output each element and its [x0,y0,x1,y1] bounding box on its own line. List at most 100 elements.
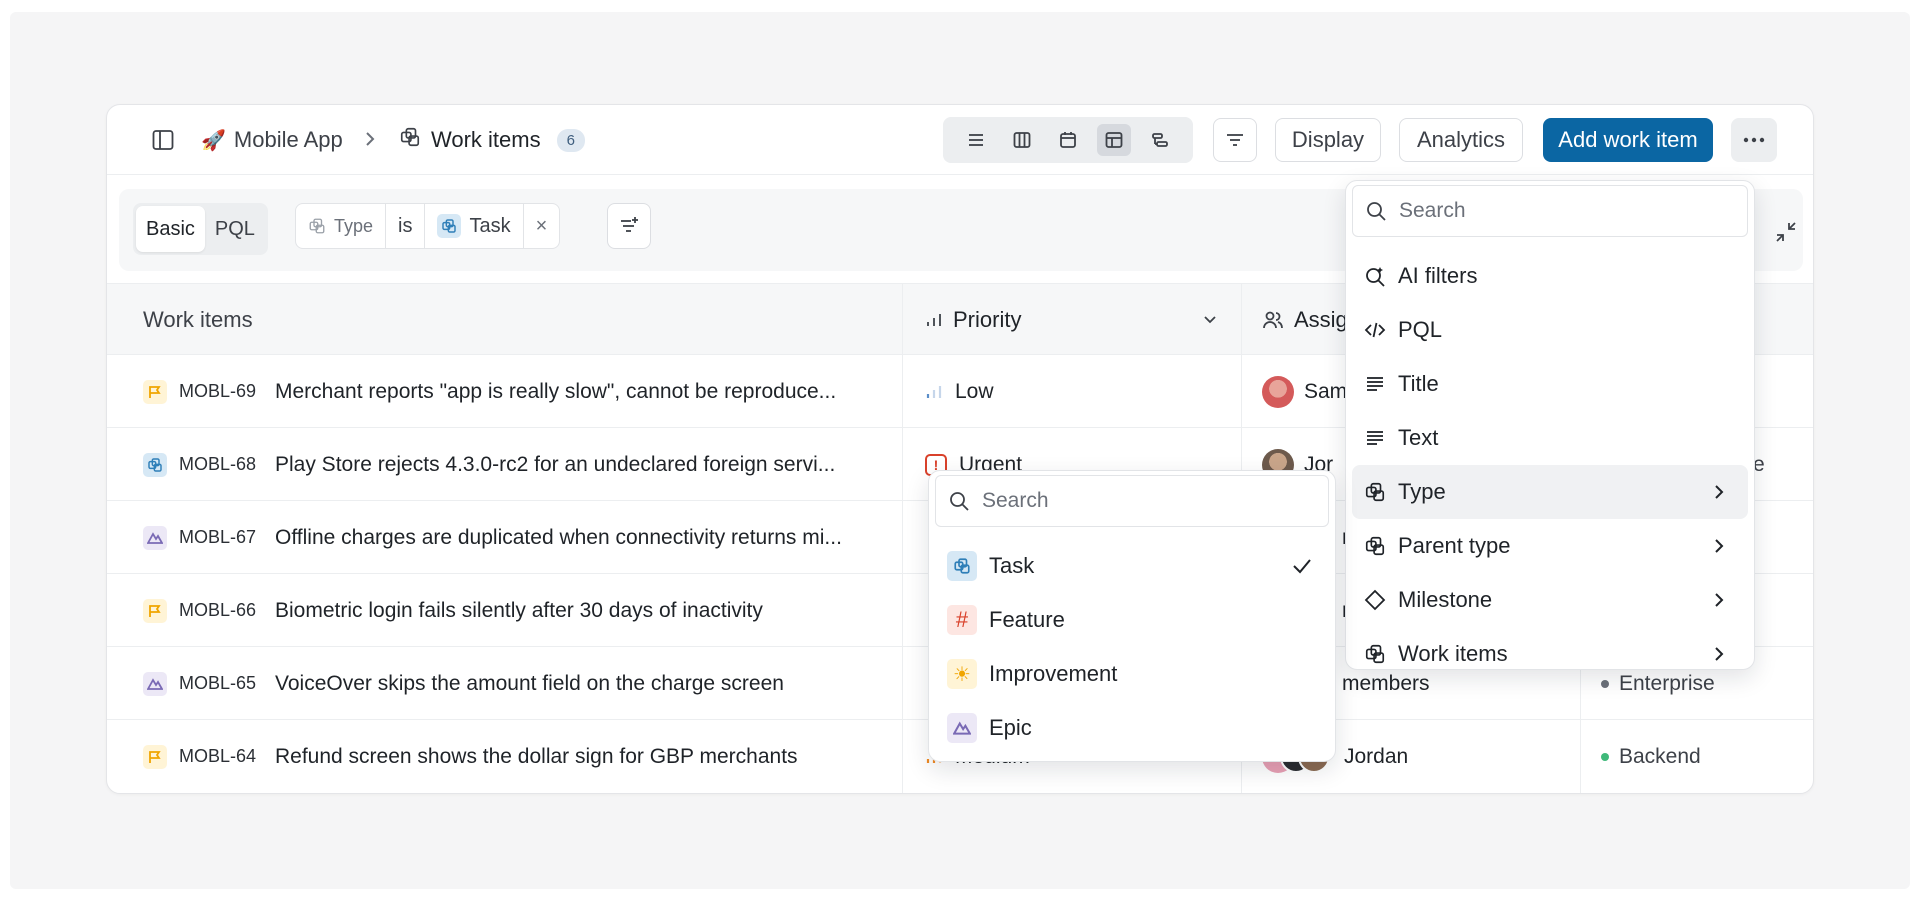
menu-item-label: PQL [1398,317,1443,342]
work-item-id: MOBL-69 [179,381,257,401]
work-item-id: MOBL-68 [179,454,257,474]
filter-chip-key[interactable]: Type [296,204,387,248]
label-cell[interactable]: Backend [1580,720,1813,793]
chevron-right-icon [1715,647,1724,661]
layout-switcher [943,117,1193,163]
breadcrumb-project[interactable]: 🚀 Mobile App [201,125,343,155]
work-item-cell[interactable]: MOBL-69 Merchant reports "app is really … [143,355,893,428]
page-title: Work items [431,127,541,152]
collapse-icon[interactable] [1775,221,1797,248]
rocket-icon: 🚀 [201,129,226,152]
flag-type-icon [143,379,167,404]
work-item-title: Offline charges are duplicated when conn… [275,525,842,549]
work-item-cell[interactable]: MOBL-68 Play Store rejects 4.3.0-rc2 for… [143,428,893,501]
menu-item-title[interactable]: Title [1352,357,1748,411]
filter-chip-remove[interactable]: × [524,204,560,248]
assignee-name: Sam [1304,379,1348,403]
type-option-task[interactable]: Task [935,539,1329,593]
menu-item-label: Milestone [1398,587,1493,612]
menu-item-label: Title [1398,371,1439,396]
chevron-down-icon[interactable] [1201,310,1219,328]
breadcrumb-work-items[interactable]: Work items 6 [399,125,585,155]
sun-icon: ☀ [947,659,977,689]
sidebar-toggle-icon[interactable] [151,128,175,152]
list-layout-icon[interactable] [959,124,993,156]
search-placeholder: Search [1399,199,1466,222]
search-icon [950,492,969,511]
layers-icon [1365,536,1385,556]
menu-item-milestone[interactable]: Milestone [1352,573,1748,627]
filter-value-label: Task [469,214,511,237]
priority-value: Low [955,379,994,403]
code-icon [1364,322,1386,338]
type-option-epic[interactable]: Epic [935,701,1329,755]
filter-chip-value[interactable]: Task [425,204,524,248]
column-header-priority[interactable]: Priority [902,284,1241,356]
work-item-cell[interactable]: MOBL-65 VoiceOver skips the amount field… [143,647,893,720]
flag-type-icon [143,598,167,623]
type-menu-search[interactable]: Search [935,475,1329,527]
menu-item-text[interactable]: Text [1352,411,1748,465]
work-item-title: Refund screen shows the dollar sign for … [275,744,798,768]
column-header-work-items[interactable]: Work items [107,284,902,356]
count-badge: 6 [556,128,585,152]
task-type-icon [947,551,977,581]
project-name: Mobile App [233,127,343,152]
text-lines-icon [1367,377,1383,391]
menu-item-pql[interactable]: PQL [1352,303,1748,357]
check-icon [1293,559,1311,574]
flag-type-icon [143,744,167,769]
calendar-layout-icon[interactable] [1051,124,1085,156]
filter-button[interactable] [1213,118,1257,162]
board-layout-icon[interactable] [1005,124,1039,156]
option-label: Epic [989,715,1032,740]
analytics-button[interactable]: Analytics [1399,118,1523,162]
filter-key-label: Type [334,215,374,236]
add-filter-button[interactable] [607,203,651,249]
epic-type-icon [143,671,167,696]
type-option-feature[interactable]: # Feature [935,593,1329,647]
add-work-item-button[interactable]: Add work item [1543,118,1713,162]
chevron-right-icon [363,127,377,157]
more-options-button[interactable] [1731,118,1777,162]
display-button[interactable]: Display [1275,118,1381,162]
priority-cell[interactable]: Low [902,355,1241,428]
menu-item-label: AI filters [1398,263,1478,288]
work-item-cell[interactable]: MOBL-66 Biometric login fails silently a… [143,574,893,647]
epic-type-icon [143,525,167,550]
work-item-id: MOBL-64 [179,746,257,766]
assignee-name: members [1342,671,1430,695]
option-label: Improvement [989,661,1118,686]
filter-menu-search[interactable]: Search [1352,185,1748,237]
hash-icon: # [947,605,977,635]
menu-item-type[interactable]: Type [1352,465,1748,519]
work-item-id: MOBL-65 [179,673,257,693]
filter-chip-operator[interactable]: is [386,204,426,248]
task-type-icon [437,214,462,238]
option-label: Feature [989,607,1065,632]
work-item-cell[interactable]: MOBL-67 Offline charges are duplicated w… [143,501,893,574]
menu-item-work-items[interactable]: Work items [1352,627,1748,669]
work-item-title: Play Store rejects 4.3.0-rc2 for an unde… [275,452,836,476]
menu-item-label: Work items [1398,641,1508,666]
chevron-right-icon [1715,485,1724,499]
mode-pql-tab[interactable]: PQL [205,206,265,252]
priority-bars-icon [927,314,941,326]
filter-mode-toggle: Basic PQL [133,203,268,255]
spreadsheet-layout-icon[interactable] [1097,124,1131,156]
ai-search-icon [1366,267,1385,287]
work-item-cell[interactable]: MOBL-64 Refund screen shows the dollar s… [143,720,893,793]
menu-item-parent-type[interactable]: Parent type [1352,519,1748,573]
search-placeholder: Search [982,489,1049,512]
gantt-layout-icon[interactable] [1143,124,1177,156]
chevron-right-icon [1715,539,1724,553]
task-type-icon [143,452,167,477]
priority-low-icon [926,385,942,398]
filter-chip: Type is Task × [295,203,561,249]
mode-basic-tab[interactable]: Basic [136,206,205,252]
menu-item-label: Text [1398,425,1439,450]
type-option-improvement[interactable]: ☀ Improvement [935,647,1329,701]
layers-icon [1365,482,1385,502]
label-value: Enterprise [1619,671,1715,695]
menu-item-ai-filters[interactable]: AI filters [1352,249,1748,303]
